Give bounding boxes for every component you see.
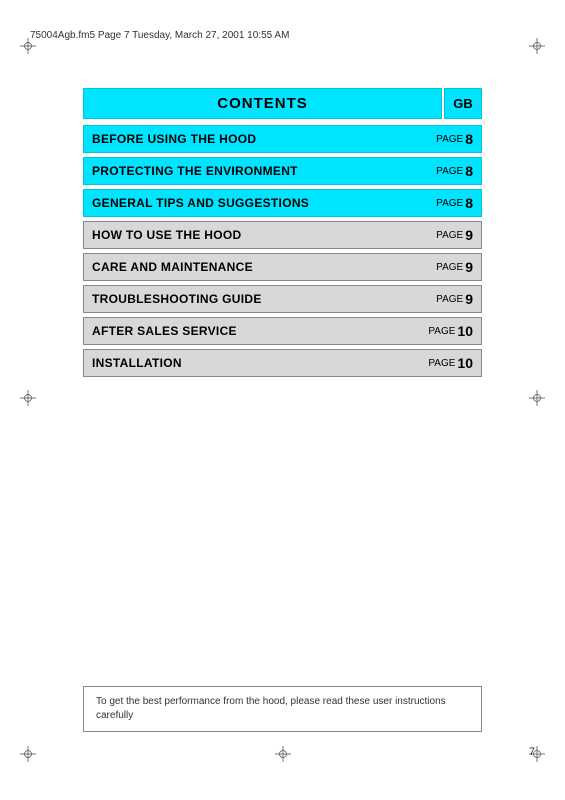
toc-page-num-7: 10	[457, 355, 473, 371]
toc-row-inner-0: BEFORE USING THE HOODPAGE 8	[83, 125, 482, 153]
contents-area: CONTENTS GB BEFORE USING THE HOODPAGE 8P…	[83, 88, 482, 381]
toc-row: TROUBLESHOOTING GUIDEPAGE 9	[83, 285, 482, 313]
toc-row-inner-3: HOW TO USE THE HOODPAGE 9	[83, 221, 482, 249]
toc-page-3: PAGE 9	[401, 222, 481, 248]
crosshair-bot-center	[275, 746, 291, 762]
toc-page-word-6: PAGE	[428, 326, 455, 337]
toc-row-inner-5: TROUBLESHOOTING GUIDEPAGE 9	[83, 285, 482, 313]
contents-title-box: CONTENTS	[83, 88, 442, 119]
header-bar: 75004Agb.fm5 Page 7 Tuesday, March 27, 2…	[30, 30, 535, 41]
page-number: 7	[529, 746, 535, 758]
toc-page-word-0: PAGE	[436, 134, 463, 145]
toc-page-word-5: PAGE	[436, 294, 463, 305]
crosshair-bot-left	[20, 746, 36, 762]
toc-label-4: CARE AND MAINTENANCE	[84, 254, 401, 280]
gb-label: GB	[453, 96, 473, 111]
toc-row-inner-2: GENERAL TIPS AND SUGGESTIONSPAGE 8	[83, 189, 482, 217]
toc-page-5: PAGE 9	[401, 286, 481, 312]
toc-row-inner-6: AFTER SALES SERVICEPAGE 10	[83, 317, 482, 345]
contents-header: CONTENTS GB	[83, 88, 482, 119]
bottom-note: To get the best performance from the hoo…	[83, 686, 482, 732]
toc-page-num-6: 10	[457, 323, 473, 339]
toc-page-num-1: 8	[465, 163, 473, 179]
crosshair-top-right	[529, 38, 545, 54]
toc-label-0: BEFORE USING THE HOOD	[84, 126, 401, 152]
gb-box: GB	[444, 88, 482, 119]
toc-page-2: PAGE 8	[401, 190, 481, 216]
toc-row-inner-1: PROTECTING THE ENVIRONMENTPAGE 8	[83, 157, 482, 185]
toc-row: CARE AND MAINTENANCEPAGE 9	[83, 253, 482, 281]
toc-page-num-2: 8	[465, 195, 473, 211]
crosshair-top-left	[20, 38, 36, 54]
toc-page-word-7: PAGE	[428, 358, 455, 369]
toc-row: INSTALLATIONPAGE 10	[83, 349, 482, 377]
toc-page-7: PAGE 10	[401, 350, 481, 376]
toc-row-inner-4: CARE AND MAINTENANCEPAGE 9	[83, 253, 482, 281]
bottom-note-text: To get the best performance from the hoo…	[96, 696, 446, 721]
toc-page-word-2: PAGE	[436, 198, 463, 209]
toc-label-7: INSTALLATION	[84, 350, 401, 376]
toc-page-4: PAGE 9	[401, 254, 481, 280]
toc-page-num-4: 9	[465, 259, 473, 275]
toc-page-word-1: PAGE	[436, 166, 463, 177]
toc-page-6: PAGE 10	[401, 318, 481, 344]
toc-page-word-3: PAGE	[436, 230, 463, 241]
toc-row: PROTECTING THE ENVIRONMENTPAGE 8	[83, 157, 482, 185]
contents-title: CONTENTS	[217, 95, 308, 112]
toc-row: AFTER SALES SERVICEPAGE 10	[83, 317, 482, 345]
toc-row: BEFORE USING THE HOODPAGE 8	[83, 125, 482, 153]
toc-row: GENERAL TIPS AND SUGGESTIONSPAGE 8	[83, 189, 482, 217]
toc-label-1: PROTECTING THE ENVIRONMENT	[84, 158, 401, 184]
toc-page-num-0: 8	[465, 131, 473, 147]
toc-label-6: AFTER SALES SERVICE	[84, 318, 401, 344]
toc-page-num-3: 9	[465, 227, 473, 243]
header-file-info: 75004Agb.fm5 Page 7 Tuesday, March 27, 2…	[30, 30, 289, 41]
toc-rows-container: BEFORE USING THE HOODPAGE 8PROTECTING TH…	[83, 125, 482, 377]
toc-row-inner-7: INSTALLATIONPAGE 10	[83, 349, 482, 377]
page-container: 75004Agb.fm5 Page 7 Tuesday, March 27, 2…	[0, 0, 565, 800]
toc-page-word-4: PAGE	[436, 262, 463, 273]
toc-row: HOW TO USE THE HOODPAGE 9	[83, 221, 482, 249]
crosshair-mid-right	[529, 390, 545, 406]
toc-label-3: HOW TO USE THE HOOD	[84, 222, 401, 248]
toc-page-1: PAGE 8	[401, 158, 481, 184]
crosshair-mid-left	[20, 390, 36, 406]
toc-page-num-5: 9	[465, 291, 473, 307]
toc-label-5: TROUBLESHOOTING GUIDE	[84, 286, 401, 312]
toc-label-2: GENERAL TIPS AND SUGGESTIONS	[84, 190, 401, 216]
toc-page-0: PAGE 8	[401, 126, 481, 152]
